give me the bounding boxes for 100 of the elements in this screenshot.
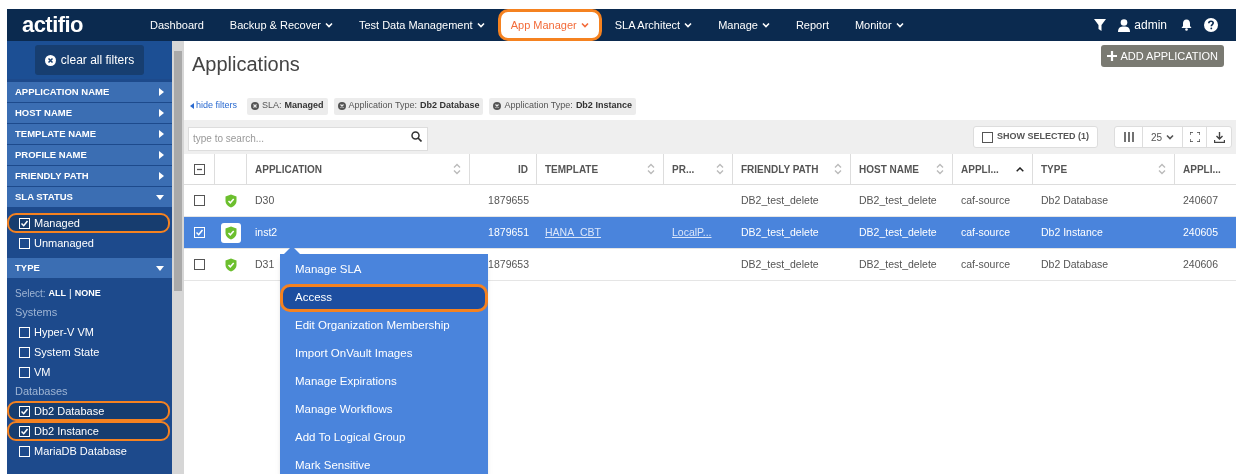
filter-icon[interactable]: [1094, 19, 1107, 31]
filter-option[interactable]: Managed: [7, 213, 170, 233]
column-header[interactable]: PR...: [664, 154, 733, 184]
context-menu-item[interactable]: Add To Logical Group: [280, 424, 488, 452]
context-menu-item[interactable]: Access: [280, 284, 488, 312]
search-field[interactable]: type to search...: [188, 126, 428, 151]
column-header[interactable]: FRIENDLY PATH: [733, 154, 851, 184]
shield-icon: [225, 257, 237, 272]
table-cell-text: 1879655: [488, 192, 529, 208]
logo[interactable]: actifio: [7, 14, 137, 36]
table-cell-text: inst2: [255, 224, 278, 240]
filter-section-header[interactable]: TYPE: [7, 258, 172, 278]
separator: |: [69, 287, 72, 301]
filter-option[interactable]: VM: [7, 362, 170, 382]
caret-icon: [684, 22, 693, 28]
hide-filters-link[interactable]: hide filters: [190, 99, 238, 113]
nav-menu-item[interactable]: Monitor: [841, 9, 917, 41]
clear-filters-button[interactable]: clear all filters: [34, 45, 145, 75]
table-cell-text: DB2_test_delete: [859, 256, 937, 272]
filter-chip[interactable]: SLA: Managed: [247, 97, 328, 115]
context-menu-item[interactable]: Manage SLA: [280, 256, 488, 284]
nav-menu-item[interactable]: Backup & Recover: [216, 9, 346, 41]
table-cell-text: caf-source: [961, 224, 1011, 240]
context-menu-item[interactable]: Edit Organization Membership: [280, 312, 488, 340]
checkbox[interactable]: [194, 259, 205, 270]
nav-menu-item[interactable]: Manage: [705, 9, 783, 41]
filter-section-header[interactable]: APPLICATION NAME: [7, 82, 172, 102]
user-name[interactable]: admin: [1134, 16, 1167, 34]
filter-chip[interactable]: Application Type: Db2 Database: [333, 97, 484, 115]
remove-icon: [337, 102, 346, 110]
caret-left-icon: [190, 103, 194, 109]
table-cell-text: Db2 Instance: [1041, 224, 1103, 240]
context-menu-item[interactable]: Manage Expirations: [280, 368, 488, 396]
filter-option[interactable]: MariaDB Database: [7, 441, 170, 461]
table-cell-text: 1879651: [488, 224, 529, 240]
table-cell-text: DB2_test_delete: [741, 192, 819, 208]
column-header[interactable]: HOST NAME: [851, 154, 953, 184]
select-label: Select:: [15, 287, 46, 301]
filter-option[interactable]: Db2 Instance: [7, 421, 170, 441]
column-header[interactable]: APPLI...: [1175, 154, 1236, 184]
caret-right-icon: [159, 130, 164, 138]
filter-option[interactable]: Hyper-V VM: [7, 322, 170, 342]
filter-chip[interactable]: Application Type: Db2 Instance: [489, 97, 636, 115]
table-cell-text: D31: [255, 256, 275, 272]
columns-icon: [1123, 132, 1134, 142]
context-menu-item[interactable]: Mark Sensitive: [280, 452, 488, 474]
filter-group-heading: Systems: [14, 305, 59, 321]
checkbox[interactable]: [982, 131, 993, 143]
caret-down-icon: [156, 194, 164, 200]
caret-right-icon: [159, 172, 164, 180]
table-cell-text: caf-source: [961, 192, 1011, 208]
add-application-button[interactable]: ADD APPLICATION: [1101, 45, 1224, 67]
caret-icon: [761, 22, 770, 28]
context-menu-item[interactable]: Manage Workflows: [280, 396, 488, 424]
column-header[interactable]: APPLICATION: [247, 154, 470, 184]
nav-menu-item[interactable]: Test Data Management: [345, 9, 498, 41]
filter-section-header[interactable]: FRIENDLY PATH: [7, 166, 172, 186]
filter-option[interactable]: Db2 Database: [7, 401, 170, 421]
caret-icon: [476, 22, 485, 28]
context-menu-item[interactable]: Import OnVault Images: [280, 340, 488, 368]
caret-down-icon: [156, 265, 164, 271]
page-title: Applications: [192, 52, 300, 77]
select-all-link[interactable]: ALL: [48, 286, 67, 301]
nav-menu-item[interactable]: Report: [782, 9, 842, 41]
show-selected-button[interactable]: SHOW SELECTED (1): [973, 126, 1098, 148]
select-none-link[interactable]: NONE: [74, 286, 101, 301]
close-icon: [44, 54, 56, 66]
column-header[interactable]: TYPE: [1033, 154, 1175, 184]
download-icon: [1213, 131, 1225, 143]
shield-icon: [221, 222, 241, 243]
filter-option[interactable]: System State: [7, 342, 170, 362]
filter-section-header[interactable]: HOST NAME: [7, 103, 172, 123]
search-icon: [411, 131, 422, 142]
table-cell-text: 240605: [1183, 224, 1219, 240]
nav-menu-item[interactable]: SLA Architect: [601, 9, 706, 41]
column-header[interactable]: ID: [470, 154, 537, 184]
select-all-checkbox[interactable]: [193, 163, 205, 175]
column-header[interactable]: APPLI...: [953, 154, 1033, 184]
filter-group-heading: Databases: [14, 384, 69, 400]
nav-menu-item[interactable]: Dashboard: [137, 9, 217, 41]
shield-icon: [225, 193, 237, 208]
table-cell-text: Db2 Database: [1041, 192, 1109, 208]
sort-icon: [647, 163, 655, 175]
sort-icon: [1158, 163, 1166, 175]
filter-section-header[interactable]: SLA STATUS: [7, 187, 172, 207]
column-header[interactable]: TEMPLATE: [537, 154, 664, 184]
filter-option[interactable]: Unmanaged: [7, 233, 170, 253]
help-icon[interactable]: [1204, 18, 1218, 32]
sort-icon: [453, 163, 461, 175]
filter-section-header[interactable]: TEMPLATE NAME: [7, 124, 172, 144]
filter-section-header[interactable]: PROFILE NAME: [7, 145, 172, 165]
table-cell-text: DB2_test_delete: [859, 224, 937, 240]
fullscreen-icon: [1189, 132, 1200, 142]
table-cell-text: 240606: [1183, 256, 1219, 272]
remove-icon: [493, 102, 502, 110]
checkbox[interactable]: [194, 195, 205, 206]
user-icon[interactable]: [1118, 18, 1131, 32]
caret-icon: [895, 22, 904, 28]
bell-icon[interactable]: [1181, 19, 1192, 31]
sort-ascending-icon: [1016, 166, 1024, 172]
